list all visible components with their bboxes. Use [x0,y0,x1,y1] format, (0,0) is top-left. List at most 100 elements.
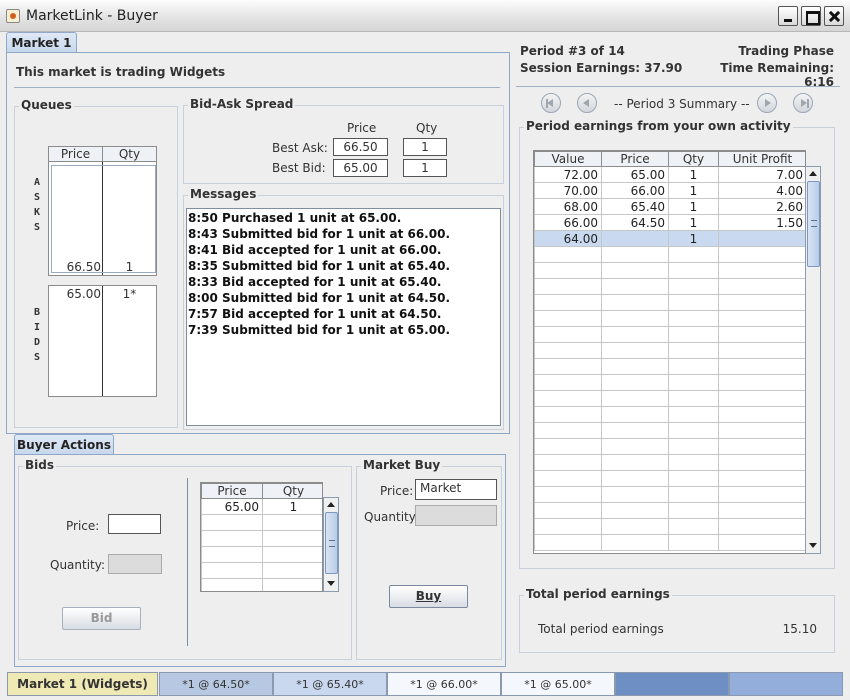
market-price-label: Price: [380,484,414,498]
bids-list-scrollbar[interactable] [323,497,339,592]
scroll-up-icon[interactable] [326,499,337,510]
table-row[interactable] [534,406,805,423]
close-button[interactable] [824,6,844,26]
bid-queue-price[interactable]: 65.00 [53,287,101,301]
empty-cell [668,326,719,343]
bids-list-table: Price Qty 65.00 1 [201,483,322,591]
empty-cell [534,438,602,455]
message-line: 8:00 Submitted bid for 1 unit at 64.50. [188,291,450,305]
table-row[interactable] [534,470,805,487]
earnings-scrollbar[interactable] [805,166,821,554]
empty-cell [601,486,669,503]
table-row[interactable] [534,358,805,375]
status-trade-cell: *1 @ 64.50* [159,672,273,696]
message-line: 8:41 Bid accepted for 1 unit at 66.00. [188,243,442,257]
table-row[interactable] [201,514,322,531]
market-buy-title: Market Buy [361,458,443,472]
table-row[interactable] [534,262,805,279]
scroll-down-icon[interactable] [808,540,819,551]
scroll-down-icon[interactable] [326,578,337,589]
table-row[interactable] [534,374,805,391]
last-period-icon[interactable] [793,93,813,113]
first-period-icon[interactable] [541,93,561,113]
empty-cell [668,310,719,327]
empty-cell [534,422,602,439]
table-row-selected[interactable]: 64.00 1 [534,230,805,247]
empty-cell [718,310,805,327]
bid-button[interactable]: Bid [62,607,141,630]
queues-title: Queues [19,98,74,112]
empty-cell [668,486,719,503]
session-earnings: Session Earnings: 37.90 [520,61,683,75]
total-earnings-title: Total period earnings [524,587,672,601]
best-bid-label: Best Bid: [272,161,326,175]
bid-quantity-label: Quantity: [50,558,106,572]
table-row[interactable] [201,546,322,563]
bids-list[interactable]: Price Qty 65.00 1 [200,482,323,592]
table-row[interactable] [534,246,805,263]
earnings-table-container[interactable]: Value Price Qty Unit Profit 72.00 65.00 … [533,150,806,554]
table-row[interactable] [534,502,805,519]
col-qty: Qty [668,151,719,167]
scroll-thumb[interactable] [325,512,338,574]
cell-price: 66.00 [601,182,669,199]
table-row[interactable] [201,578,322,591]
table-row[interactable] [534,518,805,535]
empty-cell [718,390,805,407]
best-ask-price: 66.50 [333,138,388,156]
messages-box[interactable]: 8:50 Purchased 1 unit at 65.00. 8:43 Sub… [186,208,501,426]
table-row[interactable] [534,294,805,311]
time-remaining: Time Remaining: 6:16 [720,61,834,89]
ask-price[interactable]: 66.50 [53,260,101,274]
scroll-up-icon[interactable] [808,168,819,179]
asks-label: ASKS [34,177,41,233]
best-ask-label: Best Ask: [272,141,328,155]
empty-cell [668,502,719,519]
table-row[interactable] [534,342,805,359]
bids-list-col-qty: Qty [262,483,322,499]
next-period-icon[interactable] [757,93,777,113]
table-row[interactable] [201,562,322,579]
divider [187,478,188,646]
buy-button[interactable]: Buy [389,585,468,608]
empty-cell [534,294,602,311]
table-row[interactable] [534,390,805,407]
empty-cell [668,342,719,359]
ask-qty[interactable]: 1 [103,260,156,274]
table-row[interactable] [534,422,805,439]
bid-queue-qty[interactable]: 1* [103,287,156,301]
table-row[interactable] [534,438,805,455]
market-price-field[interactable]: Market [415,479,497,500]
market-quantity-field[interactable] [415,505,497,526]
scroll-thumb[interactable] [807,181,820,267]
table-row[interactable] [534,454,805,471]
asks-table: Price Qty 66.50 1 [48,146,157,276]
table-row[interactable] [534,326,805,343]
period-summary-label: -- Period 3 Summary -- [614,97,750,111]
cell-profit: 1.50 [718,214,805,231]
table-row[interactable]: 70.00 66.00 1 4.00 [534,182,805,199]
bid-price-input[interactable] [108,514,161,534]
table-row[interactable] [534,278,805,295]
bids-label: BIDS [34,307,41,363]
empty-cell [601,358,669,375]
bid-quantity-input[interactable] [108,554,162,574]
trading-label: This market is trading Widgets [16,65,226,79]
table-row[interactable]: 65.00 1 [201,498,322,515]
empty-cell [534,326,602,343]
table-row[interactable] [534,534,805,551]
empty-cell [601,470,669,487]
cell-value: 68.00 [534,198,602,215]
table-row[interactable]: 66.00 64.50 1 1.50 [534,214,805,231]
table-row[interactable]: 72.00 65.00 1 7.00 [534,166,805,183]
table-row[interactable] [534,310,805,327]
tab-market[interactable]: Market 1 [6,32,77,53]
table-row[interactable] [201,530,322,547]
tab-buyer-actions[interactable]: Buyer Actions [14,434,114,455]
empty-cell [668,358,719,375]
table-row[interactable] [534,486,805,503]
maximize-button[interactable] [801,6,821,26]
table-row[interactable]: 68.00 65.40 1 2.60 [534,198,805,215]
previous-period-icon[interactable] [577,93,597,113]
minimize-button[interactable] [778,6,798,26]
